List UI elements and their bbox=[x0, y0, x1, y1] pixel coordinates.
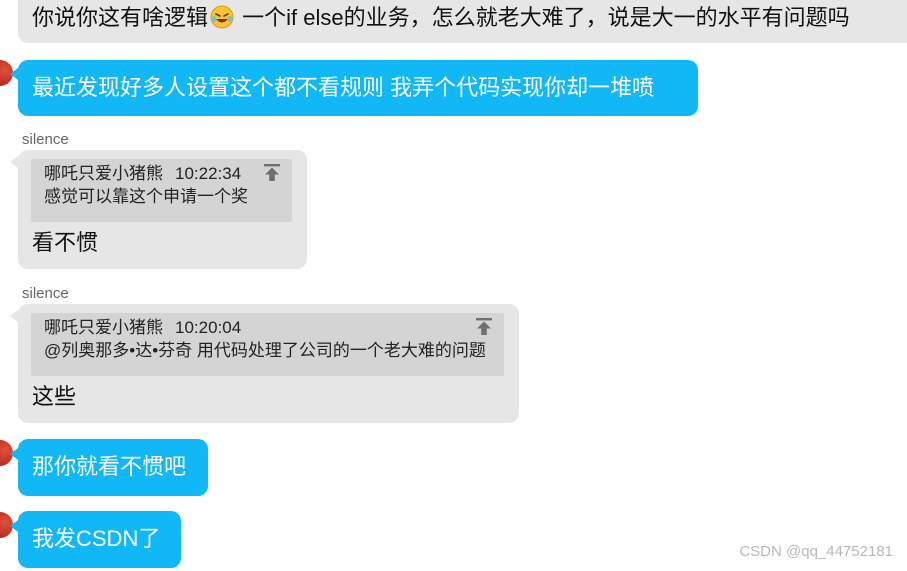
quote-header: 哪吒只爱小猪熊 10:22:34 bbox=[44, 163, 282, 185]
bubble-tail bbox=[10, 448, 18, 460]
message-text: 最近发现好多人设置这个都不看规则 我弄个代码实现你却一堆喷 bbox=[32, 75, 655, 100]
bubble-tail bbox=[10, 156, 18, 168]
quote-author: 哪吒只爱小猪熊 bbox=[44, 318, 163, 337]
message-text-part-1: 你说你这有啥逻辑 bbox=[32, 5, 209, 30]
pin-to-top-icon[interactable] bbox=[474, 317, 494, 337]
bubble-tail bbox=[10, 520, 18, 532]
quoted-message[interactable]: 哪吒只爱小猪熊 10:22:34 感觉可以靠这个申请一个奖 bbox=[31, 159, 292, 222]
quote-author: 哪吒只爱小猪熊 bbox=[44, 164, 163, 183]
sender-name: silence bbox=[22, 285, 69, 302]
quote-time: 10:20:04 bbox=[175, 318, 242, 337]
incoming-reply-bubble[interactable]: 哪吒只爱小猪熊 10:20:04 @列奥那多•达•芬奇 用代码处理了公司的一个老大… bbox=[18, 304, 519, 423]
bubble-tail bbox=[10, 310, 18, 322]
quote-text: 感觉可以靠这个申请一个奖 bbox=[44, 187, 248, 206]
bubble-tail bbox=[10, 68, 18, 80]
message-text: 这些 bbox=[32, 384, 77, 409]
quote-header: 哪吒只爱小猪熊 10:20:04 bbox=[44, 317, 494, 339]
laughing-crying-emoji-icon bbox=[210, 5, 234, 29]
incoming-message-bubble[interactable]: 你说你这有啥逻辑 一个if else的业务，怎么就老大难了，说是大一的水平有问题… bbox=[18, 0, 907, 43]
quoted-message[interactable]: 哪吒只爱小猪熊 10:20:04 @列奥那多•达•芬奇 用代码处理了公司的一个老大… bbox=[31, 313, 504, 376]
message-text: 那你就看不惯吧 bbox=[32, 454, 187, 479]
outgoing-message-bubble[interactable]: 最近发现好多人设置这个都不看规则 我弄个代码实现你却一堆喷 bbox=[18, 60, 698, 116]
outgoing-message-bubble[interactable]: 我发CSDN了 bbox=[18, 511, 181, 568]
incoming-reply-bubble[interactable]: 哪吒只爱小猪熊 10:22:34 感觉可以靠这个申请一个奖 看不惯 bbox=[18, 150, 307, 269]
message-text-part-2: 一个if else的业务，怎么就老大难了，说是大一的水平有问题吗 bbox=[236, 5, 850, 30]
chat-window: 你说你这有啥逻辑 一个if else的业务，怎么就老大难了，说是大一的水平有问题… bbox=[0, 0, 907, 571]
pin-to-top-icon[interactable] bbox=[262, 163, 282, 183]
quote-text: @列奥那多•达•芬奇 用代码处理了公司的一个老大难的问题 bbox=[44, 341, 486, 360]
message-text: 看不惯 bbox=[32, 230, 99, 255]
watermark: CSDN @qq_44752181 bbox=[739, 543, 893, 560]
quote-time: 10:22:34 bbox=[175, 164, 242, 183]
message-text: 我发CSDN了 bbox=[32, 526, 161, 551]
message-text: 你说你这有啥逻辑 一个if else的业务，怎么就老大难了，说是大一的水平有问题… bbox=[32, 5, 850, 30]
outgoing-message-bubble[interactable]: 那你就看不惯吧 bbox=[18, 439, 208, 496]
sender-name: silence bbox=[22, 131, 69, 148]
